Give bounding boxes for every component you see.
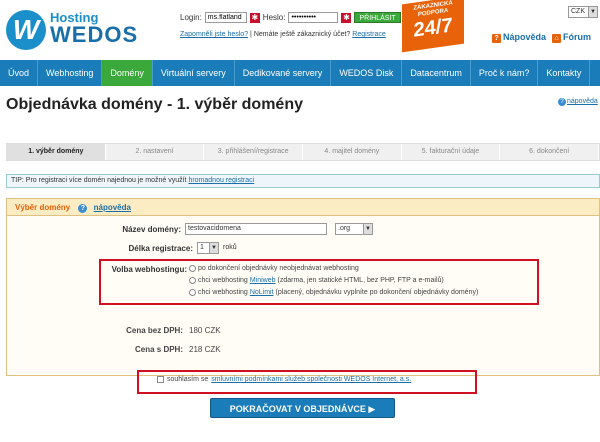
radio-button[interactable] — [189, 265, 196, 272]
currency-value: CZK — [571, 8, 585, 15]
tip-text: TIP: Pro registraci více domén najednou … — [11, 177, 187, 184]
terms-link[interactable]: smluvními podmínkami služeb společnosti … — [211, 376, 411, 383]
registration-length-label: Délka registrace: — [128, 244, 193, 253]
login-button[interactable]: PŘIHLÁSIT — [354, 12, 401, 23]
login-form: Login: ✱ Heslo: ✱ PŘIHLÁSIT — [180, 12, 401, 23]
nav-item-domeny[interactable]: Domény — [102, 60, 153, 86]
webhosting-option-nolimit[interactable]: chci webhosting NoLimit (placený, objedn… — [189, 289, 478, 296]
nav-item-proc-k-nam[interactable]: Proč k nám? — [471, 60, 539, 86]
miniweb-link[interactable]: Miniweb — [250, 277, 276, 284]
tld-value: .org — [338, 225, 351, 232]
help-circle-icon: ? — [78, 204, 88, 213]
terms-checkbox[interactable] — [157, 376, 164, 383]
currency-select[interactable]: CZK ▼ — [568, 6, 598, 18]
continue-order-button[interactable]: POKRAČOVAT V OBJEDNÁVCE ▶ — [210, 398, 395, 418]
nav-item-virtualni-servery[interactable]: Virtuální servery — [153, 60, 235, 86]
login-clear-icon[interactable]: ✱ — [249, 12, 260, 23]
registration-length-unit: roků — [223, 244, 237, 251]
support-badge: ZÁKAZNICKÁ PODPORA 24/7 — [402, 0, 464, 53]
terms-agreement: souhlasím se smluvními podmínkami služeb… — [157, 376, 411, 383]
no-account-text: Nemáte ještě zákaznický účet? — [253, 31, 351, 38]
domain-selection-panel: Výběr domény ? nápověda Název domény: te… — [6, 198, 600, 376]
step-1: 1. výběr domény — [7, 144, 106, 160]
radio-button[interactable] — [189, 289, 196, 296]
password-clear-icon[interactable]: ✱ — [341, 12, 352, 23]
forum-icon: ⌂ — [552, 34, 562, 43]
nav-item-kontakty[interactable]: Kontakty — [538, 60, 591, 86]
chevron-down-icon: ▼ — [363, 224, 372, 234]
radio-button[interactable] — [189, 277, 196, 284]
page-title: Objednávka domény - 1. výběr domény — [6, 96, 303, 113]
order-steps: 1. výběr domény 2. nastavení 3. přihláše… — [6, 143, 600, 161]
login-input[interactable] — [204, 12, 247, 23]
price-vat-label: Cena s DPH: — [134, 345, 183, 354]
webhosting-option-miniweb[interactable]: chci webhosting Miniweb (zdarma, jen sta… — [189, 277, 444, 284]
nav-item-dedikovane-servery[interactable]: Dedikované servery — [235, 60, 332, 86]
step-6: 6. dokončení — [500, 144, 600, 160]
nav-item-webhosting[interactable]: Webhosting — [38, 60, 103, 86]
password-input[interactable] — [288, 12, 339, 23]
nav-item-wedos-disk[interactable]: WEDOS Disk — [331, 60, 403, 86]
registration-length-value: 1 — [200, 244, 204, 251]
domain-name-input[interactable]: testovacidomena — [185, 223, 327, 235]
step-3: 3. přihlášení/registrace — [204, 144, 304, 160]
help-link-top[interactable]: ? Nápověda — [492, 32, 546, 43]
forgot-password-link[interactable]: Zapomněli jste heslo? — [180, 31, 248, 38]
tip-box: TIP: Pro registraci více domén najednou … — [6, 174, 600, 188]
header: W Hosting WEDOS Login: ✱ Heslo: ✱ PŘIHLÁ… — [0, 0, 600, 58]
panel-header: Výběr domény ? nápověda — [7, 199, 599, 216]
step-4: 4. majitel domény — [303, 144, 402, 160]
page-help-link[interactable]: ? nápověda — [558, 98, 598, 106]
main-nav: Úvod Webhosting Domény Virtuální servery… — [0, 60, 600, 86]
help-icon: ? — [492, 34, 501, 43]
price-no-vat-value: 180 CZK — [189, 326, 221, 335]
step-5: 5. fakturační údaje — [402, 144, 501, 160]
nav-item-datacentrum[interactable]: Datacentrum — [402, 60, 471, 86]
forum-link-top[interactable]: ⌂ Fórum — [552, 32, 591, 43]
panel-help-link[interactable]: nápověda — [94, 203, 131, 212]
panel-title: Výběr domény — [15, 203, 71, 212]
price-vat-value: 218 CZK — [189, 345, 221, 354]
logo-w-icon: W — [6, 10, 46, 50]
bulk-registration-link[interactable]: hromadnou registraci — [188, 177, 254, 184]
terms-text: souhlasím se — [167, 376, 209, 383]
step-2: 2. nastavení — [106, 144, 205, 160]
nolimit-link[interactable]: NoLimit — [250, 289, 274, 296]
webhosting-label: Volba webhostingu: — [111, 265, 187, 274]
register-link[interactable]: Registrace — [352, 31, 385, 38]
chevron-down-icon: ▼ — [588, 7, 597, 17]
password-label: Heslo: — [262, 13, 286, 22]
chevron-down-icon: ▼ — [209, 243, 218, 253]
login-label: Login: — [180, 13, 202, 22]
tld-select[interactable]: .org ▼ — [335, 223, 373, 235]
top-help-links: ? Nápověda ⌂ Fórum — [492, 32, 591, 43]
nav-item-uvod[interactable]: Úvod — [0, 60, 39, 86]
registration-length-select[interactable]: 1 ▼ — [197, 242, 219, 254]
domain-name-label: Název domény: — [122, 225, 181, 234]
logo-wedos-text: WEDOS — [50, 22, 139, 47]
login-links: Zapomněli jste heslo? | Nemáte ještě zák… — [180, 31, 386, 38]
webhosting-option-none[interactable]: po dokončení objednávky neobjednávat web… — [189, 265, 359, 272]
help-circle-icon: ? — [558, 98, 566, 106]
price-no-vat-label: Cena bez DPH: — [126, 326, 183, 335]
wedos-logo[interactable]: W Hosting WEDOS — [6, 4, 156, 52]
